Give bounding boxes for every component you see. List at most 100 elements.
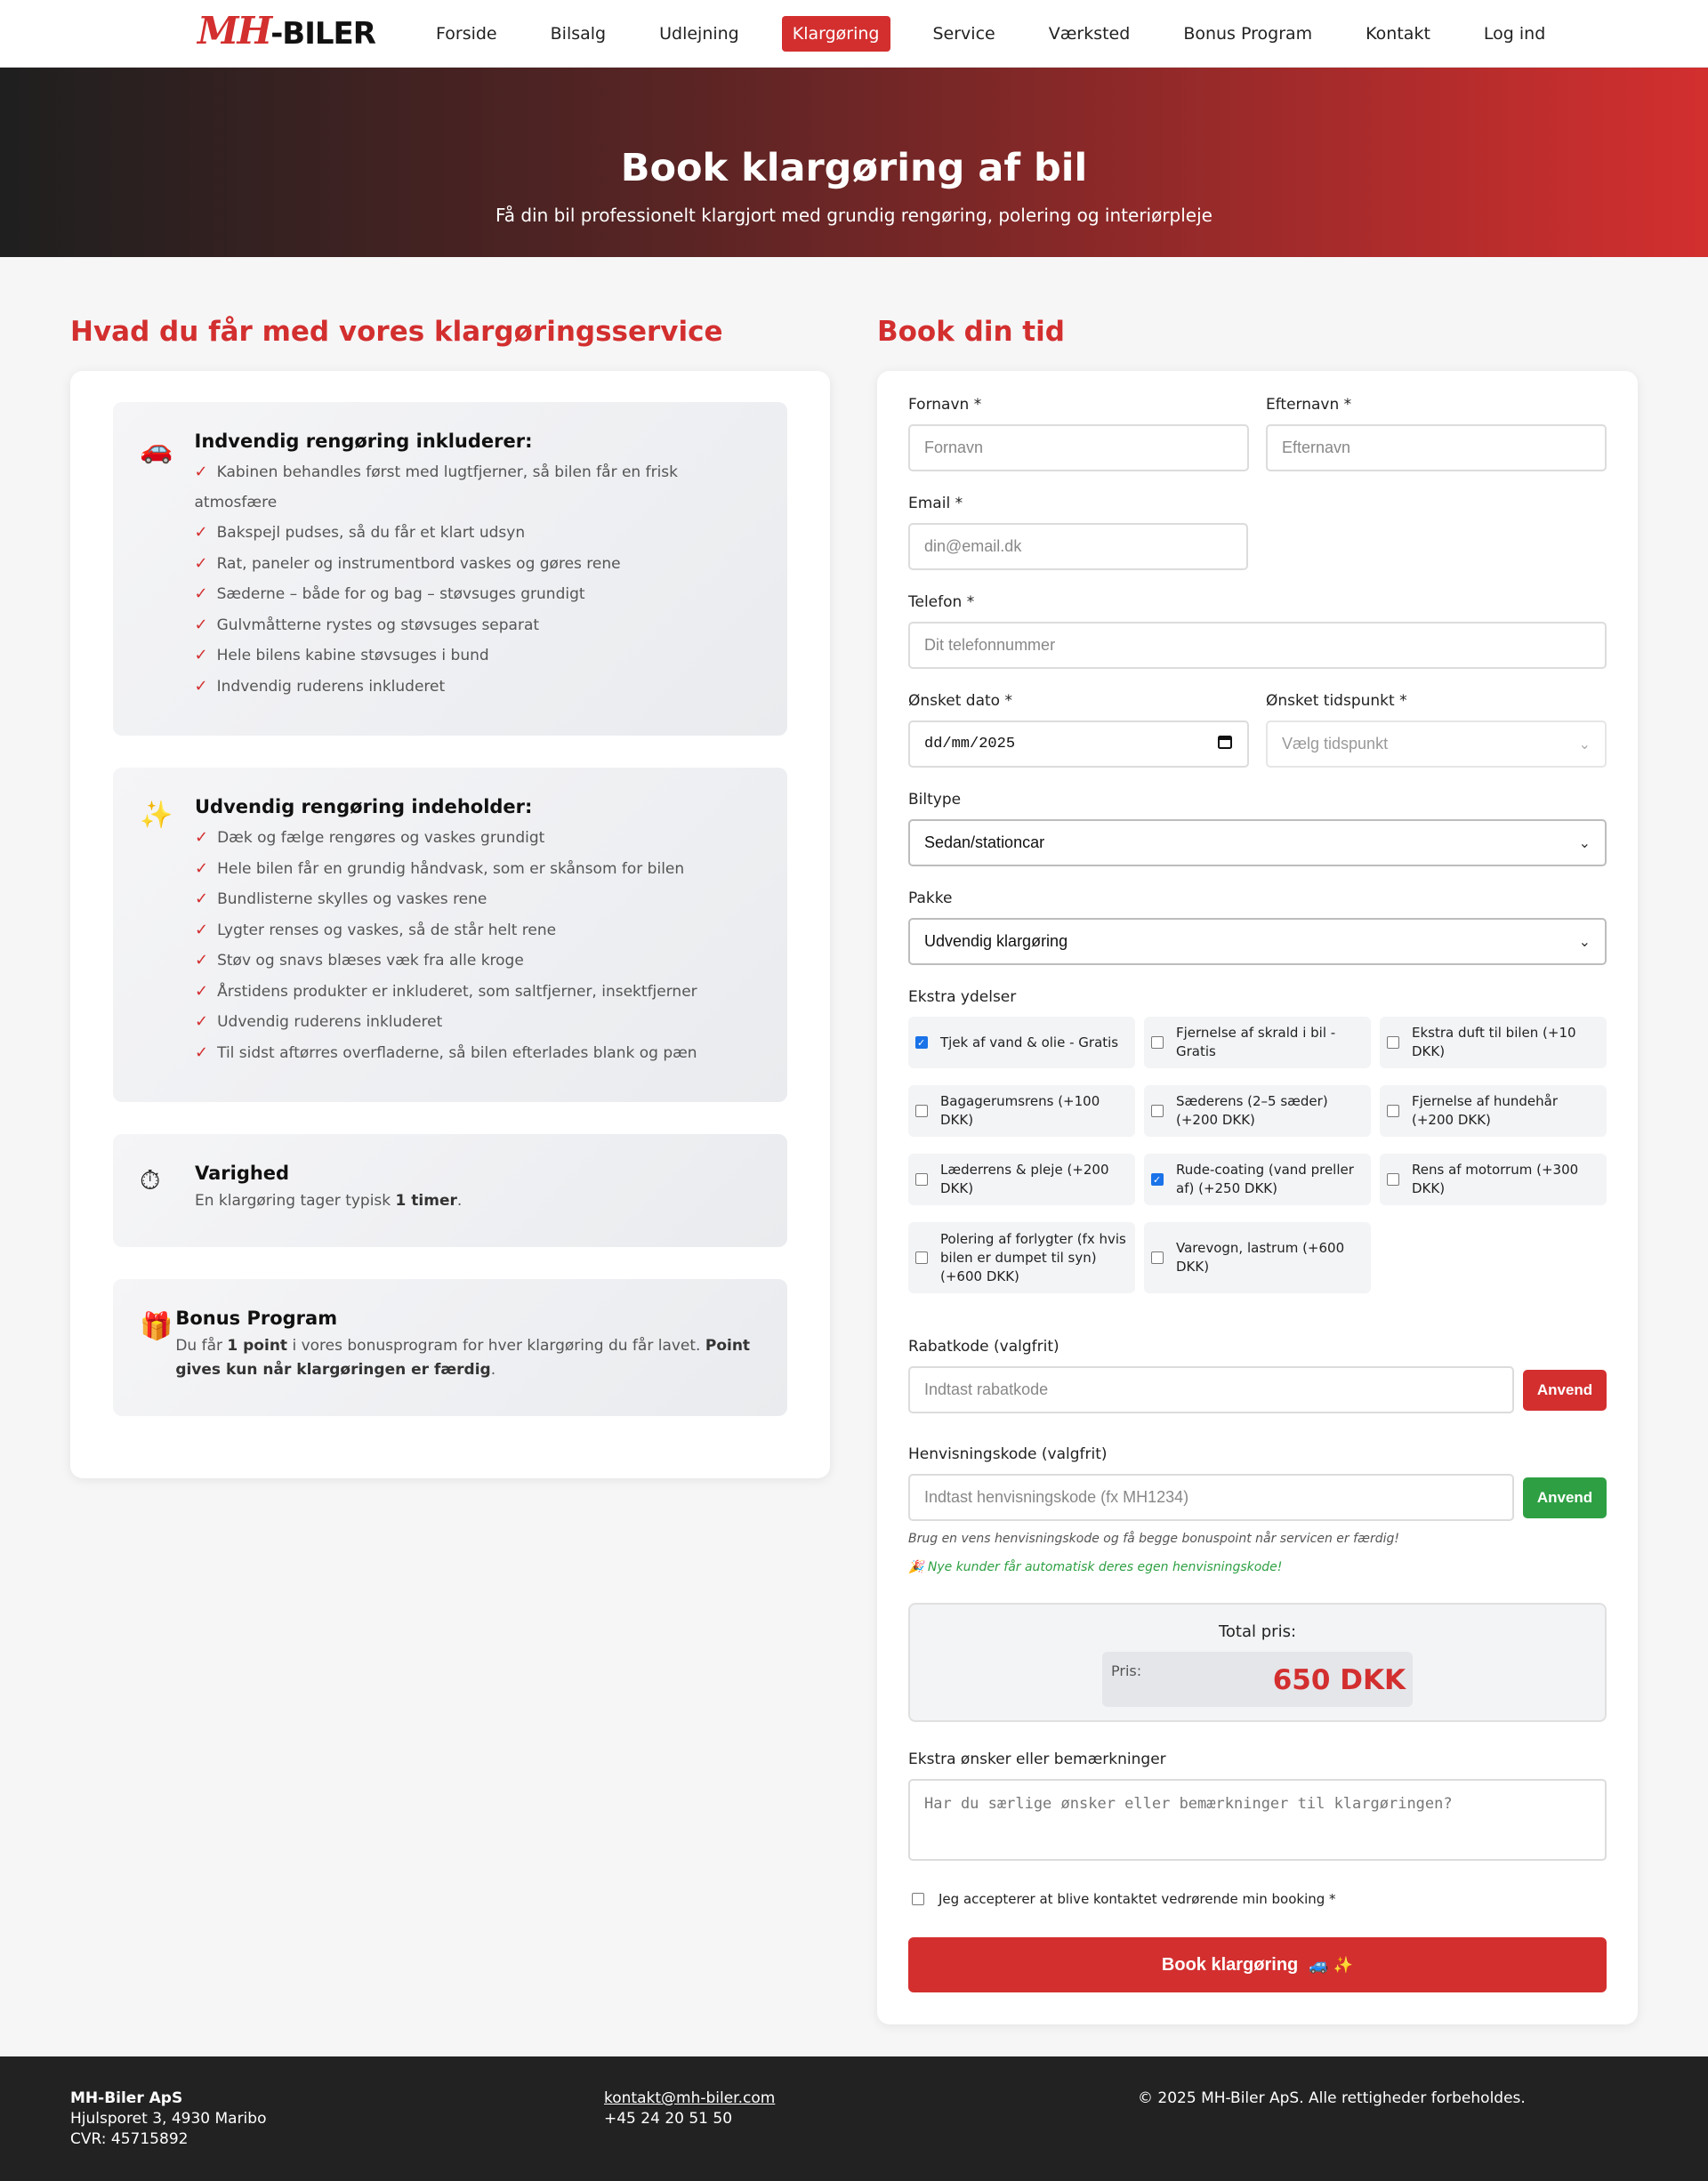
nav-link-bonus-program[interactable]: Bonus Program xyxy=(1172,16,1323,52)
referral-label: Henvisningskode (valgfrit) xyxy=(908,1445,1108,1463)
checkbox[interactable] xyxy=(915,1173,928,1186)
referral-input[interactable]: Indtast henvisningskode (fx MH1234) xyxy=(908,1474,1514,1521)
package-select[interactable]: Udvendig klargøring ⌄ xyxy=(908,918,1607,965)
accept-contact-row[interactable]: Jeg accepterer at blive kontaktet vedrør… xyxy=(908,1891,1607,1907)
extra-option[interactable]: Ekstra duft til bilen (+10 DKK) xyxy=(1380,1017,1607,1068)
nav-link-forside[interactable]: Forside xyxy=(425,16,508,52)
main-content: Hvad du får med vores klargøringsservice… xyxy=(0,257,1708,2024)
service-info-column: Hvad du får med vores klargøringsservice… xyxy=(70,257,830,2024)
price-label: Pris: xyxy=(1111,1662,1142,1679)
nav-links: Forside Bilsalg Udlejning Klargøring Ser… xyxy=(425,16,1588,52)
checkbox[interactable] xyxy=(915,1105,928,1117)
phone-input[interactable]: Dit telefonnummer xyxy=(908,622,1607,669)
list-item: ✓ Årstidens produkter er inkluderet, som … xyxy=(195,981,697,1001)
bonus-program-card: 🎁 Bonus Program Du får 1 point i vores b… xyxy=(113,1279,787,1416)
extra-option[interactable]: Rens af motorrum (+300 DKK) xyxy=(1380,1154,1607,1205)
logo-script: MH xyxy=(197,9,272,52)
hero-banner: Book klargøring af bil Få din bil profes… xyxy=(0,68,1708,257)
extra-option[interactable]: Varevogn, lastrum (+600 DKK) xyxy=(1144,1222,1371,1293)
email-label: Email * xyxy=(908,495,963,512)
duration-title: Varighed xyxy=(195,1163,290,1184)
checkmark-icon: ✓ xyxy=(195,1042,209,1062)
nav-link-service[interactable]: Service xyxy=(922,16,1006,52)
notes-field: Ekstra ønsker eller bemærkninger Har du … xyxy=(908,1750,1607,1861)
discount-label: Rabatkode (valgfrit) xyxy=(908,1338,1059,1356)
car-type-label: Biltype xyxy=(908,791,962,809)
extra-option[interactable]: Rude-coating (vand preller af) (+250 DKK… xyxy=(1144,1154,1371,1205)
date-field: Ønsket dato * dd/mm/2025 xyxy=(908,692,1249,768)
stopwatch-icon: ⏱ xyxy=(140,1166,161,1195)
discount-field: Rabatkode (valgfrit) Indtast rabatkode A… xyxy=(908,1338,1607,1413)
car-icon: 🚗 xyxy=(140,435,173,464)
list-item: ✓ Rat, paneler og instrumentbord vaskes o… xyxy=(194,553,621,573)
chevron-down-icon: ⌄ xyxy=(1578,934,1591,950)
time-select[interactable]: Vælg tidspunkt ⌄ xyxy=(1266,720,1607,768)
nav-link-kontakt[interactable]: Kontakt xyxy=(1355,16,1441,52)
list-item: ✓ Til sidst aftørres overfladerne, så bil… xyxy=(195,1042,697,1062)
extra-option[interactable]: Tjek af vand & olie - Gratis xyxy=(908,1017,1135,1068)
checkmark-icon: ✓ xyxy=(194,523,208,542)
accept-checkbox[interactable] xyxy=(912,1893,924,1905)
checkbox[interactable] xyxy=(1151,1105,1164,1117)
book-button[interactable]: Book klargøring 🚙 ✨ xyxy=(908,1937,1607,1992)
apply-referral-button[interactable]: Anvend xyxy=(1523,1477,1607,1518)
total-price-box: Total pris: Pris: 650 DKK xyxy=(908,1603,1607,1722)
checkbox[interactable] xyxy=(915,1251,928,1264)
extra-option[interactable]: Fjernelse af skrald i bil - Gratis xyxy=(1144,1017,1371,1068)
discount-input[interactable]: Indtast rabatkode xyxy=(908,1366,1514,1413)
hero-title: Book klargøring af bil xyxy=(620,146,1088,190)
apply-discount-button[interactable]: Anvend xyxy=(1523,1370,1607,1411)
calendar-icon[interactable] xyxy=(1217,734,1233,755)
extras-label: Ekstra ydelser xyxy=(908,988,1017,1006)
extra-option[interactable]: Polering af forlygter (fx hvis bilen er … xyxy=(908,1222,1135,1293)
booking-column: Book din tid Fornavn * Fornavn Efternavn… xyxy=(877,257,1638,2024)
list-item: ✓ Indvendig ruderens inkluderet xyxy=(194,676,446,696)
checkbox[interactable] xyxy=(1151,1251,1164,1264)
list-item: ✓ Gulvmåtterne rystes og støvsuges separa… xyxy=(194,615,540,634)
date-input[interactable]: dd/mm/2025 xyxy=(908,720,1249,768)
checkbox[interactable] xyxy=(915,1034,928,1052)
time-label: Ønsket tidspunkt * xyxy=(1266,692,1407,710)
notes-textarea[interactable]: Har du særlige ønsker eller bemærkninger… xyxy=(908,1779,1607,1861)
referral-new-customer-hint: 🎉 Nye kunder får automatisk deres egen h… xyxy=(908,1560,1283,1574)
package-label: Pakke xyxy=(908,889,953,907)
list-item: ✓ Bakspejl pudses, så du får et klart uds… xyxy=(194,523,526,542)
first-name-field: Fornavn * Fornavn xyxy=(908,396,1249,471)
referral-field: Henvisningskode (valgfrit) Indtast henvi… xyxy=(908,1445,1607,1574)
footer-address: Hjulsporet 3, 4930 Maribo xyxy=(70,2110,267,2128)
phone-label: Telefon * xyxy=(908,593,975,611)
nav-link-vaerksted[interactable]: Værksted xyxy=(1038,16,1141,52)
extra-option[interactable]: Fjernelse af hundehår (+200 DKK) xyxy=(1380,1085,1607,1137)
booking-heading: Book din tid xyxy=(877,316,1065,348)
footer-company-name: MH-Biler ApS xyxy=(70,2089,183,2107)
checkbox[interactable] xyxy=(1387,1105,1399,1117)
time-field: Ønsket tidspunkt * Vælg tidspunkt ⌄ xyxy=(1266,692,1607,768)
nav-link-klargoring[interactable]: Klargøring xyxy=(781,16,890,52)
checkbox[interactable] xyxy=(1151,1036,1164,1049)
email-input[interactable]: din@email.dk xyxy=(908,523,1248,570)
service-info-panel: 🚗 Indvendig rengøring inkluderer: ✓ Kabin… xyxy=(70,371,830,1478)
checkmark-icon: ✓ xyxy=(195,828,209,847)
last-name-input[interactable]: Efternavn xyxy=(1266,424,1607,471)
first-name-input[interactable]: Fornavn xyxy=(908,424,1249,471)
extra-option[interactable]: Sæderens (2–5 sæder) (+200 DKK) xyxy=(1144,1085,1371,1137)
bonus-program-text: Du får 1 point i vores bonusprogram for … xyxy=(175,1337,751,1379)
nav-link-bilsalg[interactable]: Bilsalg xyxy=(540,16,616,52)
nav-link-udlejning[interactable]: Udlejning xyxy=(649,16,750,52)
interior-cleaning-title: Indvendig rengøring inkluderer: xyxy=(194,431,533,452)
extras-grid: Tjek af vand & olie - Gratis Fjernelse a… xyxy=(908,1017,1607,1293)
nav-link-log-ind[interactable]: Log ind xyxy=(1473,16,1556,52)
checkbox[interactable] xyxy=(1387,1036,1399,1049)
interior-cleaning-card: 🚗 Indvendig rengøring inkluderer: ✓ Kabin… xyxy=(113,402,787,736)
checkbox[interactable] xyxy=(1151,1171,1164,1189)
list-item: ✓ Hele bilens kabine støvsuges i bund xyxy=(194,646,489,664)
checkbox[interactable] xyxy=(1387,1173,1399,1186)
checkmark-icon: ✓ xyxy=(194,584,208,603)
extra-option[interactable]: Læderrens & pleje (+200 DKK) xyxy=(908,1154,1135,1205)
footer-email-link[interactable]: kontakt@mh-biler.com xyxy=(604,2089,775,2107)
checkmark-icon: ✓ xyxy=(194,676,208,696)
extra-option[interactable]: Bagagerumsrens (+100 DKK) xyxy=(908,1085,1135,1137)
brand-logo[interactable]: MH -BILER xyxy=(197,9,376,52)
email-field: Email * din@email.dk xyxy=(908,495,1248,570)
car-type-select[interactable]: Sedan/stationcar ⌄ xyxy=(908,819,1607,866)
